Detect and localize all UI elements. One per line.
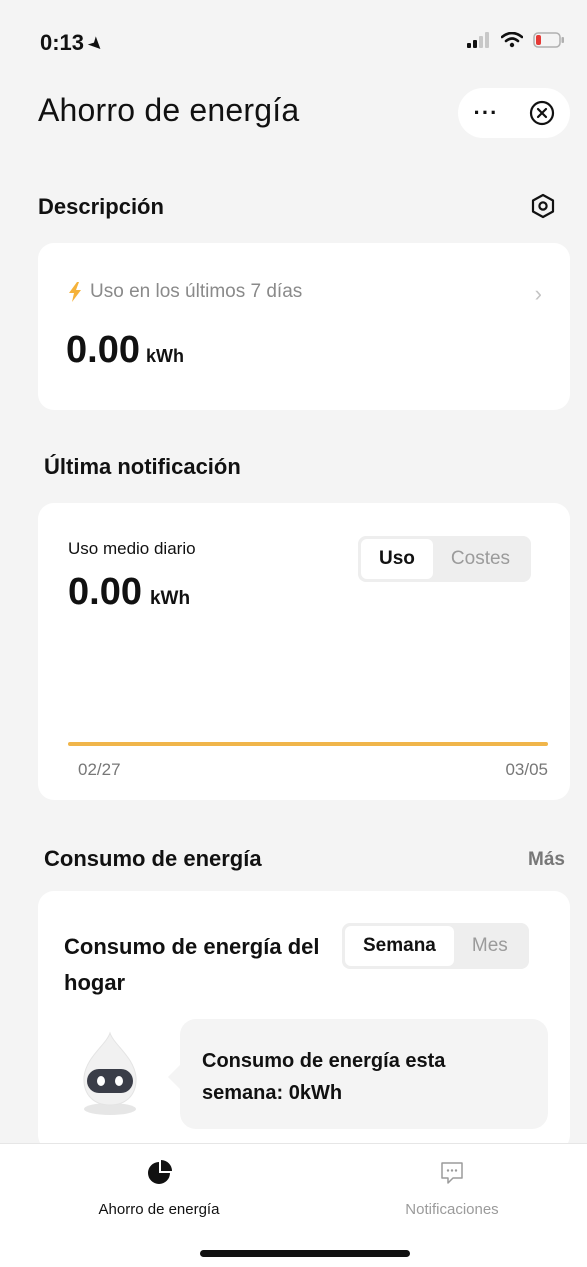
toggle-mes[interactable]: Mes xyxy=(454,926,526,966)
toggle-semana[interactable]: Semana xyxy=(345,926,454,966)
usage-number: 0.00 xyxy=(66,329,140,371)
message-bubble: Consumo de energía esta semana: 0kWh xyxy=(168,1019,548,1129)
toggle-costes[interactable]: Costes xyxy=(433,539,528,579)
toggle-uso[interactable]: Uso xyxy=(361,539,433,579)
settings-button[interactable] xyxy=(530,193,556,224)
status-icons xyxy=(467,32,565,48)
chart-start-date: 02/27 xyxy=(78,760,121,779)
tab-energy-saving[interactable]: Ahorro de energía xyxy=(49,1160,269,1218)
weekly-consumption-message: Consumo de energía esta semana: 0kWh xyxy=(202,1050,446,1104)
consumption-title: Consumo de energía xyxy=(44,846,262,871)
average-value: 0.00 kWh xyxy=(68,571,190,614)
chevron-right-icon: › xyxy=(534,281,542,306)
lightning-icon xyxy=(69,282,81,302)
settings-hex-icon xyxy=(531,193,555,219)
tab-notifications[interactable]: Notificaciones xyxy=(342,1160,562,1218)
clock-text: 0:13 xyxy=(40,30,85,55)
average-unit: kWh xyxy=(149,588,191,609)
usage-value: 0.00 kWh xyxy=(66,329,184,372)
home-consumption-card: Consumo de energía del hogar Semana Mes … xyxy=(38,891,570,1151)
clock: 0:13➤ xyxy=(40,30,108,57)
usage-label: Uso en los últimos 7 días xyxy=(90,281,303,302)
home-consumption-title: Consumo de energía del hogar xyxy=(64,934,320,995)
signal-icon xyxy=(467,32,489,48)
tab-notifications-label: Notificaciones xyxy=(405,1201,499,1218)
more-button[interactable]: ··· xyxy=(458,100,514,126)
status-bar: 0:13➤ xyxy=(0,0,587,80)
last-notification-title: Última notificación xyxy=(44,454,241,479)
average-number: 0.00 xyxy=(68,571,142,613)
chart-end-date: 03/05 xyxy=(505,760,548,779)
close-circle-icon xyxy=(529,100,555,126)
description-title: Descripción xyxy=(38,194,164,219)
robot-mascot-icon xyxy=(74,1031,146,1126)
tab-energy-saving-label: Ahorro de energía xyxy=(98,1201,220,1218)
battery-icon xyxy=(533,32,564,48)
usage-row: Uso en los últimos 7 días xyxy=(66,281,302,303)
message-icon xyxy=(441,1162,463,1184)
average-label: Uso medio diario xyxy=(68,539,196,558)
more-link[interactable]: Más xyxy=(528,849,565,871)
location-arrow-icon: ➤ xyxy=(83,31,109,57)
pie-chart-icon xyxy=(148,1160,172,1184)
page-title: Ahorro de energía xyxy=(38,92,300,128)
wifi-icon xyxy=(501,32,523,48)
close-button[interactable] xyxy=(514,100,570,126)
week-month-toggle: Semana Mes xyxy=(342,923,529,969)
daily-average-card: Uso medio diario 0.00 kWh Uso Costes 02/2… xyxy=(38,503,570,800)
tab-bar: Ahorro de energía Notificaciones xyxy=(0,1143,587,1267)
usage-unit: kWh xyxy=(145,346,184,366)
home-indicator xyxy=(200,1250,410,1257)
usage-cost-toggle: Uso Costes xyxy=(358,536,532,582)
mini-program-capsule: ··· xyxy=(458,88,570,138)
usage-summary-card[interactable]: Uso en los últimos 7 días › 0.00 kWh xyxy=(38,243,570,410)
usage-chart-line xyxy=(68,742,548,746)
